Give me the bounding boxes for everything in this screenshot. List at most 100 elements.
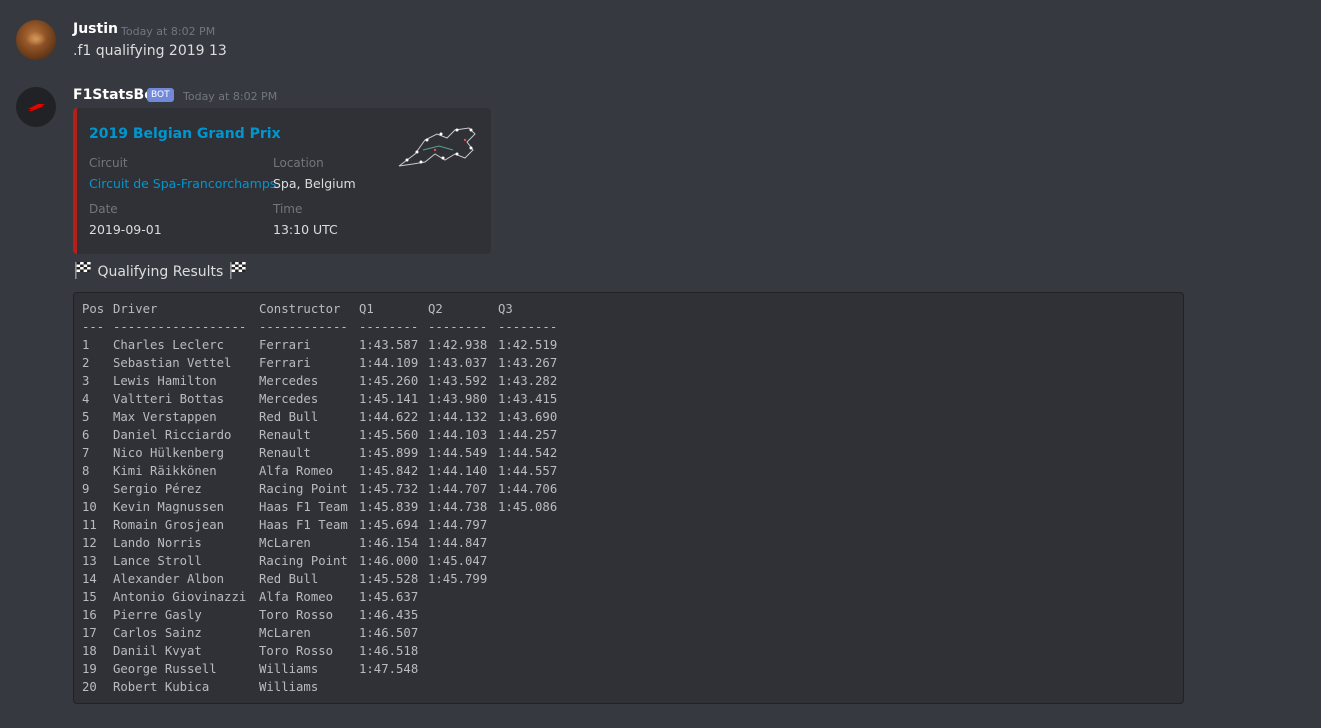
driver-cell: Sebastian Vettel xyxy=(113,356,232,370)
username[interactable]: Justin xyxy=(73,21,118,37)
q3-cell: 1:44.257 xyxy=(498,428,558,442)
checkered-flag-icon xyxy=(75,262,91,279)
q3-cell: 1:44.542 xyxy=(498,446,558,460)
q3-cell: 1:43.690 xyxy=(498,410,558,424)
message-timestamp: Today at 8:02 PM xyxy=(121,25,216,38)
driver-cell: Lewis Hamilton xyxy=(113,374,217,388)
pos-cell: 7 xyxy=(82,446,90,460)
constructor-cell: Alfa Romeo xyxy=(259,464,334,478)
driver-cell: Robert Kubica xyxy=(113,680,210,694)
driver-cell: Daniel Ricciardo xyxy=(113,428,232,442)
pos-cell: 5 xyxy=(82,410,90,424)
q1-cell: 1:45.899 xyxy=(359,446,419,460)
driver-cell: Max Verstappen xyxy=(113,410,217,424)
constructor-cell: Haas F1 Team xyxy=(259,500,348,514)
message-timestamp: Today at 8:02 PM xyxy=(183,90,278,103)
circuit-map-thumbnail[interactable] xyxy=(395,120,481,176)
q3-cell: 1:43.282 xyxy=(498,374,558,388)
separator-cell: ------------ xyxy=(259,320,348,334)
header-driver: Driver xyxy=(113,302,158,316)
q1-cell: 1:46.154 xyxy=(359,536,419,550)
q2-cell: 1:44.797 xyxy=(428,518,488,532)
pos-cell: 14 xyxy=(82,572,97,586)
pos-cell: 6 xyxy=(82,428,90,442)
time-label: Time xyxy=(273,202,303,216)
q3-cell: 1:45.086 xyxy=(498,500,558,514)
results-codeblock: Pos Driver Constructor Q1 Q2 Q3 --- ----… xyxy=(73,292,1184,704)
header-pos: Pos xyxy=(82,302,105,316)
constructor-cell: McLaren xyxy=(259,626,311,640)
driver-cell: Lando Norris xyxy=(113,536,202,550)
pos-cell: 20 xyxy=(82,680,97,694)
q1-cell: 1:46.435 xyxy=(359,608,419,622)
q3-cell: 1:43.267 xyxy=(498,356,558,370)
time-value: 13:10 UTC xyxy=(273,222,338,237)
location-label: Location xyxy=(273,156,324,170)
q3-cell: 1:44.706 xyxy=(498,482,558,496)
pos-cell: 15 xyxy=(82,590,97,604)
q1-cell: 1:47.548 xyxy=(359,662,419,676)
driver-cell: Alexander Albon xyxy=(113,572,225,586)
pos-cell: 18 xyxy=(82,644,97,658)
pos-cell: 11 xyxy=(82,518,97,532)
pos-cell: 19 xyxy=(82,662,97,676)
q2-cell: 1:45.047 xyxy=(428,554,488,568)
driver-cell: Sergio Pérez xyxy=(113,482,202,496)
separator-cell: ------------------ xyxy=(113,320,247,334)
driver-cell: Antonio Giovinazzi xyxy=(113,590,247,604)
constructor-cell: McLaren xyxy=(259,536,311,550)
results-heading: Qualifying Results xyxy=(73,261,248,280)
q3-cell: 1:43.415 xyxy=(498,392,558,406)
driver-cell: Charles Leclerc xyxy=(113,338,225,352)
q1-cell: 1:45.637 xyxy=(359,590,419,604)
constructor-cell: Racing Point xyxy=(259,482,348,496)
q1-cell: 1:46.507 xyxy=(359,626,419,640)
pos-cell: 2 xyxy=(82,356,90,370)
message-text: .f1 qualifying 2019 13 xyxy=(73,43,227,59)
q2-cell: 1:45.799 xyxy=(428,572,488,586)
avatar[interactable] xyxy=(16,20,56,60)
q1-cell: 1:44.109 xyxy=(359,356,419,370)
avatar[interactable] xyxy=(16,87,56,127)
q1-cell: 1:46.518 xyxy=(359,644,419,658)
pos-cell: 4 xyxy=(82,392,90,406)
embed-title[interactable]: 2019 Belgian Grand Prix xyxy=(89,126,281,142)
constructor-cell: Ferrari xyxy=(259,356,311,370)
pos-cell: 16 xyxy=(82,608,97,622)
q2-cell: 1:44.707 xyxy=(428,482,488,496)
header-q1: Q1 xyxy=(359,302,374,316)
q3-cell: 1:42.519 xyxy=(498,338,558,352)
circuit-label: Circuit xyxy=(89,156,128,170)
location-value: Spa, Belgium xyxy=(273,176,356,191)
pos-cell: 9 xyxy=(82,482,90,496)
q1-cell: 1:45.528 xyxy=(359,572,419,586)
circuit-link[interactable]: Circuit de Spa-Francorchamps xyxy=(89,176,276,191)
constructor-cell: Williams xyxy=(259,662,319,676)
driver-cell: Carlos Sainz xyxy=(113,626,202,640)
driver-cell: Pierre Gasly xyxy=(113,608,202,622)
q1-cell: 1:45.839 xyxy=(359,500,419,514)
q2-cell: 1:44.132 xyxy=(428,410,488,424)
pos-cell: 3 xyxy=(82,374,90,388)
header-constructor: Constructor xyxy=(259,302,341,316)
driver-cell: Nico Hülkenberg xyxy=(113,446,225,460)
q1-cell: 1:43.587 xyxy=(359,338,419,352)
date-value: 2019-09-01 xyxy=(89,222,162,237)
pos-cell: 1 xyxy=(82,338,90,352)
constructor-cell: Mercedes xyxy=(259,392,319,406)
driver-cell: Romain Grosjean xyxy=(113,518,225,532)
separator-cell: -------- xyxy=(498,320,558,334)
q1-cell: 1:45.141 xyxy=(359,392,419,406)
constructor-cell: Toro Rosso xyxy=(259,608,334,622)
pos-cell: 17 xyxy=(82,626,97,640)
driver-cell: Kimi Räikkönen xyxy=(113,464,217,478)
date-label: Date xyxy=(89,202,118,216)
checkered-flag-icon xyxy=(229,262,246,279)
table-header: Pos Driver Constructor Q1 Q2 Q3 xyxy=(82,300,513,318)
q2-cell: 1:44.140 xyxy=(428,464,488,478)
q1-cell: 1:45.732 xyxy=(359,482,419,496)
driver-cell: Lance Stroll xyxy=(113,554,202,568)
results-title: Qualifying Results xyxy=(97,264,224,280)
q1-cell: 1:45.842 xyxy=(359,464,419,478)
driver-cell: Kevin Magnussen xyxy=(113,500,225,514)
